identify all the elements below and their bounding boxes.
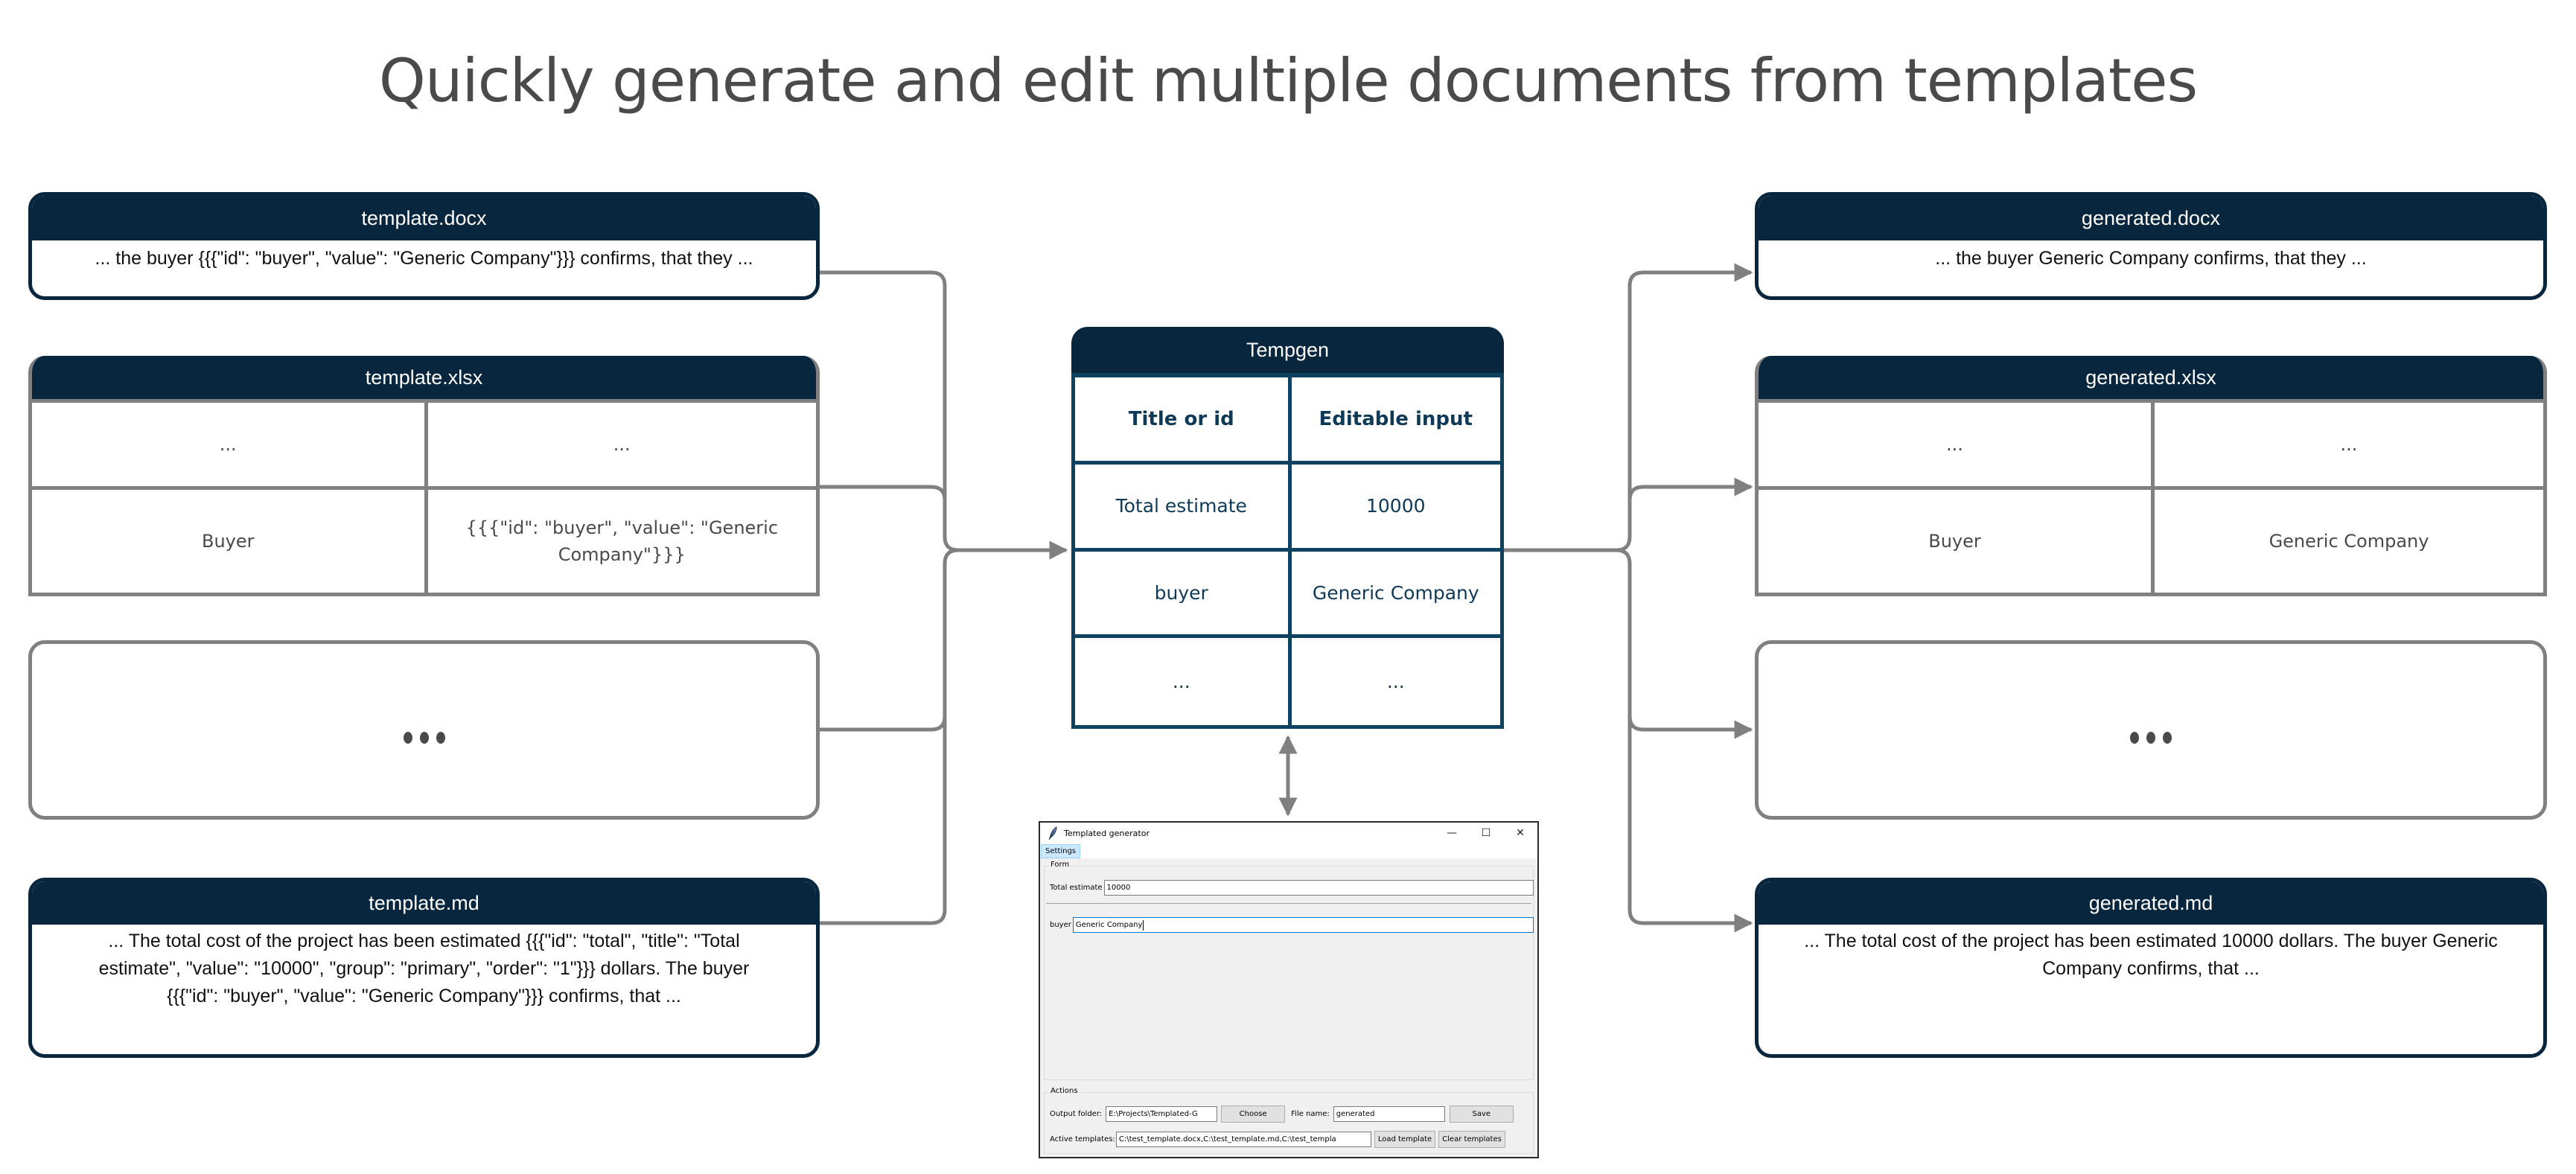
- connector-template-docx: [818, 270, 959, 552]
- generated-more-card: [1755, 640, 2547, 820]
- generated-docx-body: ... the buyer Generic Company confirms, …: [1935, 248, 2367, 269]
- form-row-buyer: buyer Generic Company: [1050, 917, 1534, 933]
- tempgen-title: Tempgen: [1071, 327, 1504, 373]
- window-title: Templated generator: [1064, 828, 1150, 838]
- text-caret: [1143, 919, 1144, 931]
- tempgen-grid: Title or id Editable input Total estimat…: [1071, 373, 1504, 729]
- template-xlsx-title: template.xlsx: [32, 356, 816, 399]
- template-docx-body: ... the buyer {{{"id": "buyer", "value":…: [95, 248, 753, 269]
- field-label: Total estimate: [1050, 884, 1103, 892]
- template-md-title: template.md: [32, 881, 816, 925]
- form-frame: Form: [1044, 861, 1534, 1080]
- output-folder-value: E:\Projects\Templated-G: [1109, 1110, 1198, 1118]
- output-folder-label: Output folder:: [1050, 1110, 1103, 1118]
- connector-out-xlsx: [1627, 477, 1753, 501]
- connector-template-more: [818, 548, 959, 732]
- clear-templates-button[interactable]: Clear templates: [1438, 1131, 1505, 1148]
- minimize-button[interactable]: —: [1435, 823, 1469, 843]
- template-docx-card: template.docx ... the buyer {{{"id": "bu…: [28, 192, 820, 300]
- tempgen-cell: Total estimate: [1075, 465, 1288, 552]
- template-md-body: ... The total cost of the project has be…: [98, 931, 750, 1006]
- field-label: buyer: [1050, 921, 1071, 929]
- active-templates-label: Active templates:: [1050, 1135, 1115, 1143]
- menu-bar: Settings: [1040, 843, 1537, 858]
- menu-settings[interactable]: Settings: [1041, 843, 1081, 858]
- file-name-label: File name:: [1291, 1110, 1330, 1118]
- generated-xlsx-title: generated.xlsx: [1759, 356, 2543, 399]
- app-window: Templated generator — ☐ ✕ Settings Form …: [1039, 821, 1539, 1158]
- output-row: Output folder: E:\Projects\Templated-G C…: [1050, 1106, 1534, 1123]
- xlsx-cell: {{{"id": "buyer", "value": "Generic Comp…: [424, 486, 816, 593]
- form-row-total-estimate: Total estimate 10000: [1050, 880, 1534, 896]
- tempgen-cell: ...: [1287, 638, 1501, 725]
- generated-md-title: generated.md: [1759, 881, 2543, 925]
- template-xlsx-grid: ... ... Buyer {{{"id": "buyer", "value":…: [32, 399, 816, 593]
- total-estimate-input[interactable]: 10000: [1103, 880, 1534, 896]
- template-docx-title: template.docx: [32, 196, 816, 240]
- form-frame-label: Form: [1049, 861, 1071, 869]
- xlsx-cell: ...: [2151, 399, 2543, 486]
- tempgen-cell: buyer: [1075, 552, 1288, 639]
- file-name-value: generated: [1336, 1110, 1375, 1118]
- connector-out-trunk: [1504, 263, 1753, 552]
- file-name-input[interactable]: generated: [1333, 1106, 1445, 1122]
- xlsx-cell: ...: [32, 399, 424, 486]
- xlsx-cell: Generic Company: [2151, 486, 2543, 593]
- tempgen-cell: Generic Company: [1287, 551, 1500, 639]
- ellipsis-icon: [1759, 644, 2543, 816]
- template-more-card: [28, 640, 820, 820]
- title-bar[interactable]: Templated generator — ☐ ✕: [1040, 823, 1537, 843]
- templates-row: Active templates: C:\test_template.docx,…: [1050, 1131, 1534, 1148]
- connector-out-more: [1616, 548, 1753, 739]
- xlsx-cell: Buyer: [1759, 486, 2151, 593]
- feather-icon: [1048, 826, 1057, 840]
- connector-template-xlsx: [818, 485, 947, 537]
- page-title: Quickly generate and edit multiple docum…: [378, 46, 2198, 115]
- active-templates-input[interactable]: C:\test_template.docx,C:\test_template.m…: [1115, 1132, 1371, 1147]
- choose-button[interactable]: Choose: [1221, 1106, 1286, 1123]
- tempgen-header-cell: Title or id: [1075, 377, 1288, 465]
- total-estimate-value: 10000: [1106, 884, 1131, 892]
- actions-frame-label: Actions: [1049, 1087, 1080, 1095]
- generated-xlsx-grid: ... ... Buyer Generic Company: [1759, 399, 2543, 593]
- buyer-value: Generic Company: [1075, 921, 1143, 929]
- close-button[interactable]: ✕: [1503, 823, 1537, 843]
- generated-docx-card: generated.docx ... the buyer Generic Com…: [1755, 192, 2547, 300]
- tempgen-cell: ...: [1172, 671, 1190, 693]
- save-button[interactable]: Save: [1449, 1106, 1514, 1123]
- connector-out-md: [1627, 716, 1753, 933]
- template-md-card: template.md ... The total cost of the pr…: [28, 878, 820, 1058]
- generated-docx-title: generated.docx: [1759, 196, 2543, 240]
- buyer-input[interactable]: Generic Company: [1072, 917, 1534, 933]
- xlsx-cell: ...: [1759, 399, 2151, 486]
- form-separator: [1046, 903, 1531, 904]
- xlsx-cell: ...: [424, 399, 816, 486]
- tempgen-cell: 10000: [1287, 464, 1500, 552]
- generated-md-card: generated.md ... The total cost of the p…: [1755, 878, 2547, 1058]
- generated-md-body: ... The total cost of the project has be…: [1804, 931, 2498, 979]
- active-templates-value: C:\test_template.docx,C:\test_template.m…: [1118, 1135, 1336, 1143]
- load-template-button[interactable]: Load template: [1374, 1131, 1436, 1148]
- ellipsis-icon: [32, 644, 816, 816]
- generated-xlsx-card: generated.xlsx ... ... Buyer Generic Com…: [1755, 356, 2547, 596]
- tempgen-table: Tempgen Title or id Editable input Total…: [1071, 327, 1504, 729]
- tempgen-header-cell: Editable input: [1287, 377, 1500, 465]
- maximize-button[interactable]: ☐: [1469, 823, 1503, 843]
- output-folder-input[interactable]: E:\Projects\Templated-G: [1106, 1106, 1218, 1122]
- xlsx-cell: Buyer: [32, 486, 424, 593]
- template-xlsx-card: template.xlsx ... ... Buyer {{{"id": "bu…: [28, 356, 820, 596]
- connector-template-md: [818, 716, 947, 925]
